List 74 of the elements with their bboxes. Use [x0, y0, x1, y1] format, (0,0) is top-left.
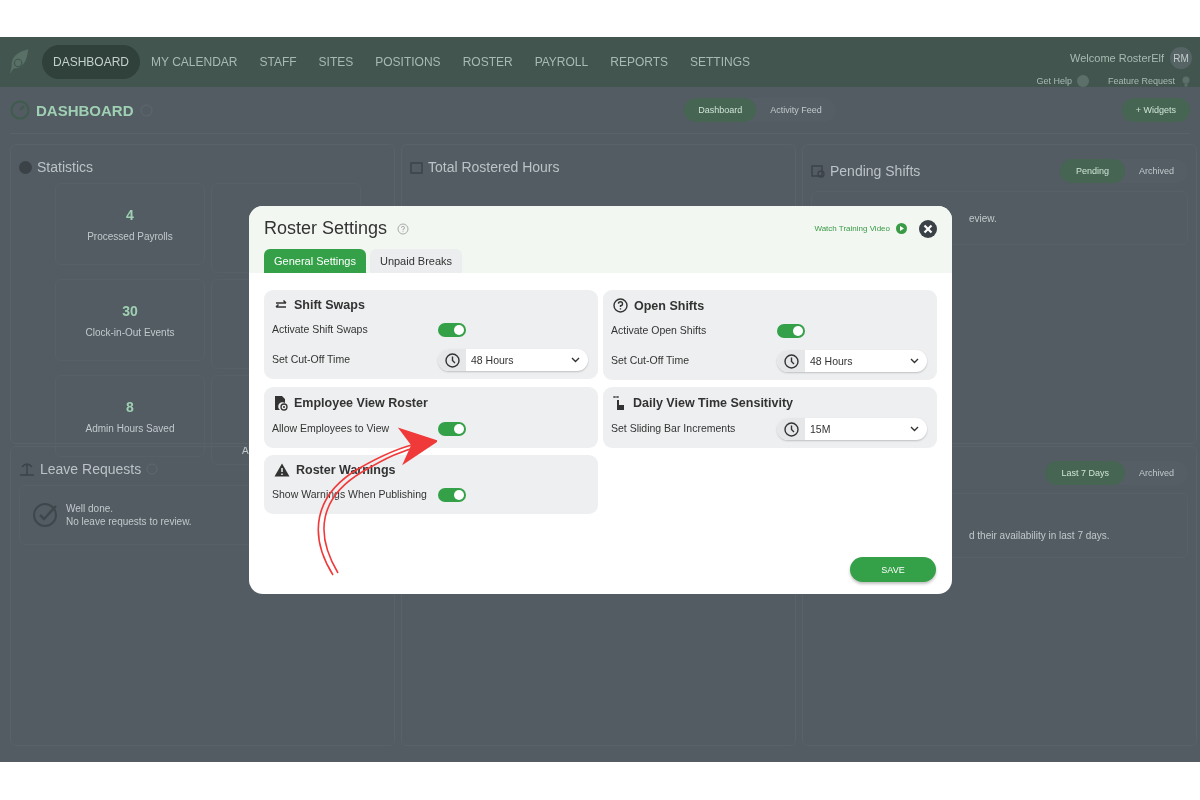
watch-training-video-link[interactable]: Watch Training Video: [814, 224, 890, 233]
page-title: DASHBOARD: [36, 101, 134, 119]
clock-icon: [783, 353, 799, 369]
filter-tab[interactable]: Archived: [1125, 461, 1188, 485]
feature-request-link[interactable]: Feature Request: [1107, 76, 1175, 86]
chevron-down-icon: [910, 358, 919, 364]
card-title: Open Shifts: [634, 298, 705, 313]
card-title: Employee View Roster: [294, 396, 428, 410]
setting-label: Allow Employees to View: [272, 421, 391, 437]
card-title: Daily View Time Sensitivity: [633, 396, 794, 410]
widget-title: Pending Shifts: [830, 163, 921, 179]
leaf-clock-logo-icon: [8, 48, 30, 76]
settings-tab[interactable]: Unpaid Breaks: [369, 249, 463, 273]
play-icon[interactable]: [896, 223, 907, 234]
time-select[interactable]: 48 Hours: [777, 350, 927, 372]
nav-item[interactable]: REPORTS: [599, 45, 679, 79]
stat-value: 8: [126, 398, 134, 415]
help-icon: [397, 222, 410, 235]
nav-item[interactable]: PAYROLL: [523, 45, 600, 79]
time-select[interactable]: 15M: [777, 418, 927, 440]
nav-item[interactable]: STAFF: [248, 45, 308, 79]
message-text: Well done.: [66, 503, 115, 514]
nav-item[interactable]: SITES: [307, 45, 365, 79]
widget-title: Leave Requests: [40, 461, 142, 477]
card-title: Shift Swaps: [294, 298, 365, 312]
nav-item[interactable]: SETTINGS: [679, 45, 762, 79]
settings-tab[interactable]: General Settings: [264, 249, 366, 273]
filter-tab[interactable]: Pending: [1059, 159, 1125, 183]
calendar-clock-icon: [811, 164, 825, 178]
lightbulb-icon: [1180, 75, 1192, 87]
add-widgets-button[interactable]: + Widgets: [1121, 98, 1190, 122]
nav-item[interactable]: ROSTER: [451, 45, 524, 79]
toggle-switch[interactable]: [438, 422, 466, 436]
welcome-text: Welcome RosterElf: [1070, 52, 1164, 64]
widget-title: Statistics: [37, 159, 93, 175]
setting-label: Activate Shift Swaps: [272, 322, 369, 338]
view-tab[interactable]: Dashboard: [684, 98, 757, 122]
swap-arrows-icon: [274, 299, 288, 311]
warning-icon: [274, 463, 290, 477]
setting-label: Set Cut-Off Time: [272, 352, 351, 368]
filter-tab[interactable]: Last 7 Days: [1045, 461, 1125, 485]
message-text: No leave requests to review.: [66, 516, 192, 527]
stat-value: 4: [126, 206, 134, 223]
message-text: eview.: [969, 212, 997, 224]
chevron-down-icon: [910, 426, 919, 432]
time-select[interactable]: 48 Hours: [438, 349, 588, 371]
save-button[interactable]: SAVE: [850, 557, 936, 582]
stat-label: Processed Payrolls: [87, 230, 173, 242]
clock-icon: [783, 421, 799, 437]
nav-item[interactable]: POSITIONS: [364, 45, 452, 79]
filter-tab[interactable]: Archived: [1125, 159, 1188, 183]
chevron-down-icon: [571, 357, 580, 363]
setting-label: Activate Open Shifts: [611, 323, 708, 339]
toggle-switch[interactable]: [777, 324, 805, 338]
get-help-link[interactable]: Get Help: [1036, 76, 1072, 86]
nav-item[interactable]: DASHBOARD: [42, 45, 140, 79]
setting-label: Set Cut-Off Time: [611, 353, 690, 369]
setting-label: Set Sliding Bar Increments: [611, 421, 737, 437]
user-avatar[interactable]: RM: [1170, 47, 1192, 69]
toggle-switch[interactable]: [438, 488, 466, 502]
nav-item[interactable]: MY CALENDAR: [140, 45, 249, 79]
close-button[interactable]: [919, 219, 937, 238]
message-text: d their availability in last 7 days.: [969, 530, 1110, 541]
clock-icon: [444, 352, 460, 368]
dialog-title: Roster Settings: [264, 218, 388, 239]
toggle-switch[interactable]: [438, 323, 466, 337]
view-tab[interactable]: Activity Feed: [756, 98, 836, 122]
stat-label: Admin Hours Saved: [85, 422, 175, 434]
question-circle-icon: [613, 298, 628, 313]
document-eye-icon: [274, 395, 288, 411]
stat-label: Clock-in-Out Events: [85, 326, 175, 338]
widget-title: Total Rostered Hours: [428, 159, 560, 175]
stat-value: 30: [122, 302, 138, 319]
help-icon: [1076, 75, 1089, 87]
